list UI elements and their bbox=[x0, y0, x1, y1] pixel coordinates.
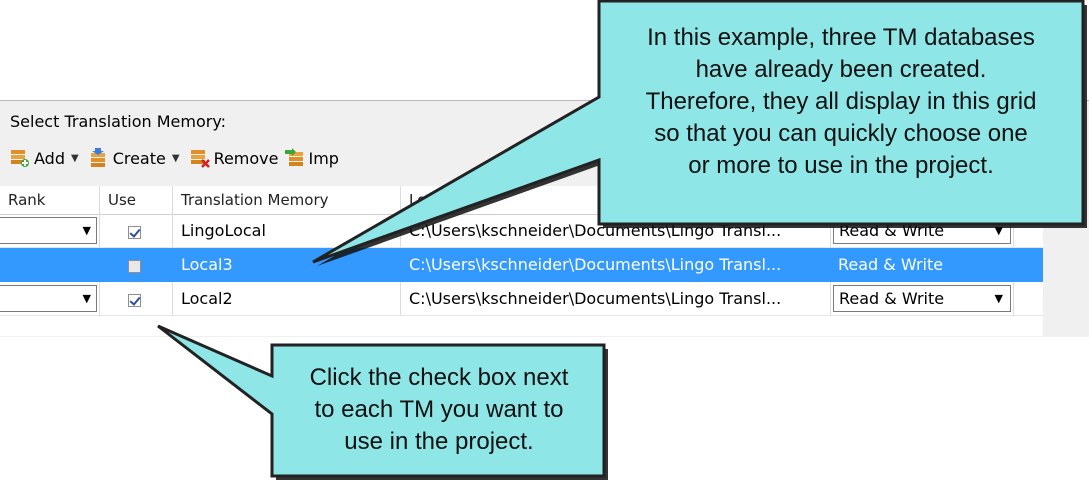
tm-name: LingoLocal bbox=[173, 214, 401, 248]
filler-cell bbox=[1014, 248, 1043, 282]
use-cell bbox=[100, 282, 173, 316]
permission-value: Read & Write bbox=[833, 217, 1011, 244]
callout-line: or more to use in the project. bbox=[688, 152, 994, 179]
chevron-down-icon: ▼ bbox=[82, 292, 91, 305]
column-header-location[interactable]: Location bbox=[401, 186, 831, 214]
tm-location: C:\Users\kschneider\Documents\Lingo Tran… bbox=[401, 248, 831, 282]
filler-cell bbox=[1014, 214, 1043, 248]
create-label: Create bbox=[112, 148, 166, 168]
permission-value[interactable]: Read & Write bbox=[831, 248, 1014, 282]
tm-name: Local2 bbox=[173, 282, 401, 316]
table-row[interactable]: ▼ Local2 C:\Users\kschneider\Documents\L… bbox=[0, 282, 1043, 316]
chevron-down-icon: ▼ bbox=[994, 292, 1003, 305]
permission-dropdown[interactable]: Read & Write ▼ bbox=[831, 214, 1014, 248]
table-row[interactable]: ▼ LingoLocal C:\Users\kschneider\Documen… bbox=[0, 214, 1043, 248]
callout-line: Click the check box next bbox=[309, 364, 569, 391]
callout-line: In this example, three TM databases bbox=[647, 24, 1035, 51]
permission-value: Read & Write bbox=[833, 285, 1011, 312]
tm-location: C:\Users\kschneider\Documents\Lingo Tran… bbox=[401, 214, 831, 248]
callout-line: to each TM you want to bbox=[314, 396, 564, 423]
chevron-down-icon: ▼ bbox=[994, 224, 1003, 237]
toolbar: Add ▼ Create ▼ Remove Imp bbox=[10, 143, 339, 173]
top-callout-text: In this example, three TM databases have… bbox=[603, 22, 1079, 182]
import-label: Imp bbox=[308, 148, 339, 168]
import-button[interactable]: Imp bbox=[284, 148, 339, 168]
use-checkbox[interactable] bbox=[128, 294, 141, 307]
column-header-permission[interactable] bbox=[831, 186, 1014, 214]
add-button[interactable]: Add ▼ bbox=[10, 148, 83, 168]
section-label: Select Translation Memory: bbox=[10, 112, 227, 131]
rank-cell[interactable] bbox=[0, 248, 100, 282]
permission-dropdown[interactable]: Read & Write ▼ bbox=[831, 282, 1014, 316]
rank-dropdown[interactable]: ▼ bbox=[0, 214, 100, 248]
callout-line: so that you can quickly choose one bbox=[654, 120, 1028, 147]
use-cell bbox=[100, 248, 173, 282]
import-db-icon bbox=[284, 148, 305, 168]
chevron-down-icon: ▼ bbox=[171, 152, 180, 164]
remove-db-icon bbox=[190, 148, 210, 168]
tm-location: C:\Users\kschneider\Documents\Lingo Tran… bbox=[401, 282, 831, 316]
use-cell bbox=[100, 214, 173, 248]
column-header-rank[interactable]: Rank bbox=[0, 186, 100, 214]
callout-line: have already been created. bbox=[695, 56, 987, 83]
use-checkbox[interactable] bbox=[128, 260, 141, 273]
filler-cell bbox=[1014, 282, 1043, 316]
use-checkbox[interactable] bbox=[128, 226, 141, 239]
tm-name: Local3 bbox=[173, 248, 401, 282]
column-header-translation-memory[interactable]: Translation Memory bbox=[173, 186, 401, 214]
add-label: Add bbox=[34, 148, 65, 168]
remove-button[interactable]: Remove bbox=[190, 148, 279, 168]
add-db-icon bbox=[10, 148, 30, 168]
chevron-down-icon: ▼ bbox=[70, 152, 79, 164]
rank-dropdown[interactable]: ▼ bbox=[0, 282, 100, 316]
table-row-selected[interactable]: Local3 C:\Users\kschneider\Documents\Lin… bbox=[0, 248, 1043, 282]
column-header-use[interactable]: Use bbox=[100, 186, 173, 214]
remove-label: Remove bbox=[213, 148, 279, 168]
chevron-down-icon: ▼ bbox=[82, 224, 91, 237]
callout-line: use in the project. bbox=[344, 428, 534, 455]
create-db-icon bbox=[89, 148, 109, 168]
grid-header: Rank Use Translation Memory Location bbox=[0, 186, 1043, 215]
column-header-filler bbox=[1014, 186, 1043, 214]
tm-grid: Rank Use Translation Memory Location ▼ L… bbox=[0, 186, 1043, 336]
create-button[interactable]: Create ▼ bbox=[89, 148, 184, 168]
callout-line: Therefore, they all display in this grid bbox=[645, 88, 1037, 115]
bottom-callout-text: Click the check box next to each TM you … bbox=[276, 362, 602, 458]
